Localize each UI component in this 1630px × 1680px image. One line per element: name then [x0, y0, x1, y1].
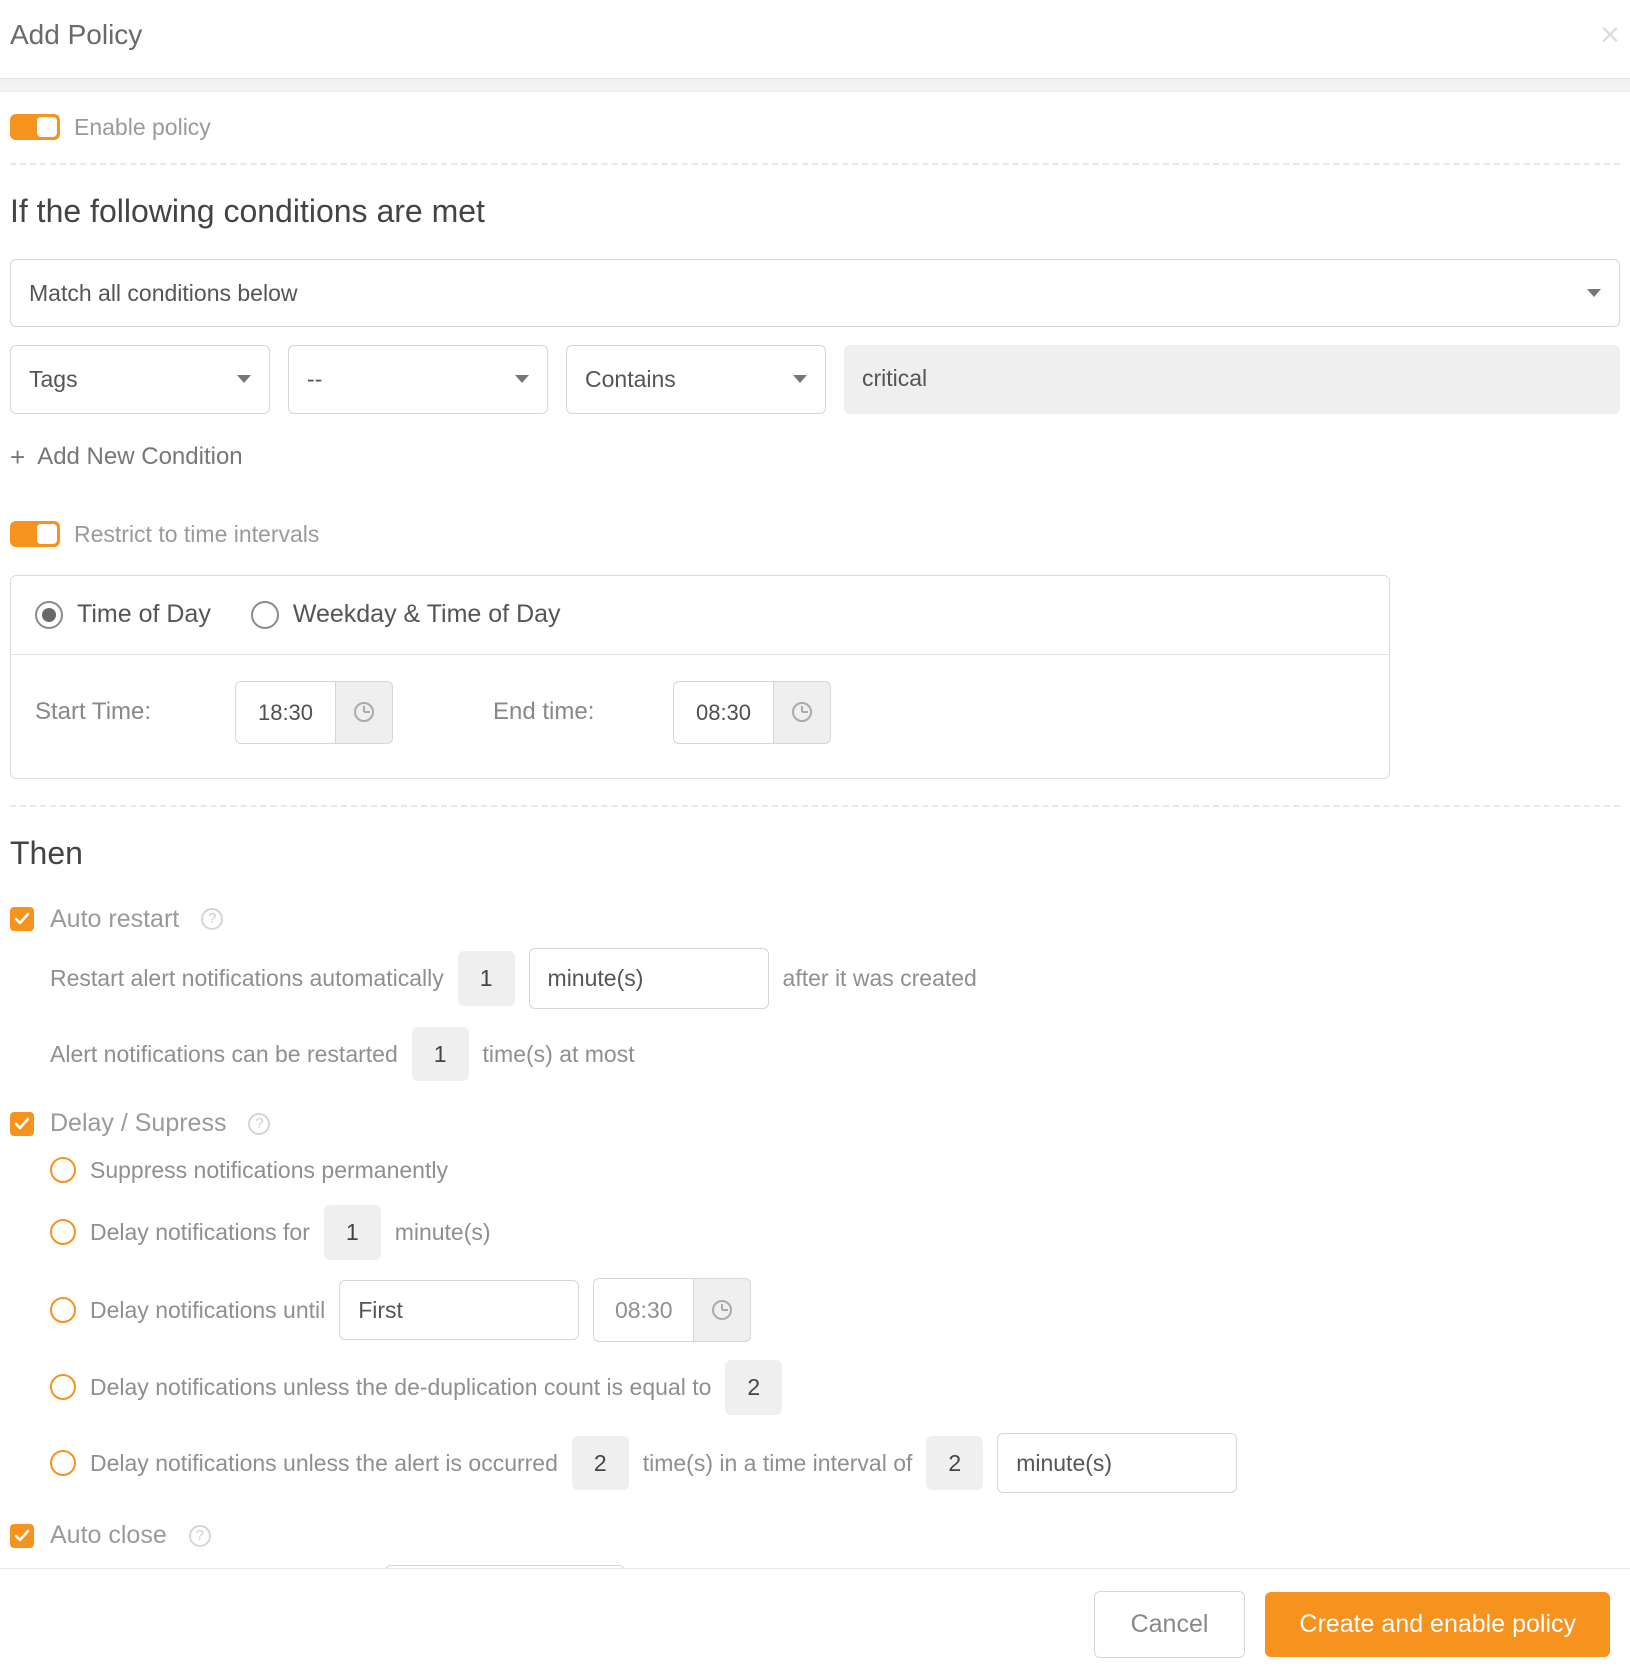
- plus-icon: +: [10, 438, 25, 477]
- help-icon[interactable]: ?: [248, 1113, 270, 1135]
- clock-icon: [354, 702, 374, 722]
- add-condition-button[interactable]: + Add New Condition: [10, 438, 1620, 477]
- auto-close-checkbox[interactable]: [10, 1524, 34, 1548]
- start-time-input[interactable]: 18:30: [235, 681, 335, 744]
- page-title: Add Policy: [10, 14, 142, 56]
- delay-for-radio[interactable]: [50, 1219, 76, 1245]
- cancel-button[interactable]: Cancel: [1094, 1591, 1246, 1658]
- match-mode-value: Match all conditions below: [29, 276, 297, 311]
- create-enable-policy-button[interactable]: Create and enable policy: [1265, 1592, 1610, 1657]
- weekday-time-label: Weekday & Time of Day: [293, 596, 561, 634]
- radio-unchecked-icon: [251, 601, 279, 629]
- chevron-down-icon: [793, 375, 807, 383]
- then-heading: Then: [10, 829, 1620, 877]
- radio-checked-icon: [35, 601, 63, 629]
- restart-unit-select[interactable]: minute(s): [529, 948, 769, 1009]
- enable-policy-label: Enable policy: [74, 110, 211, 145]
- restart-delay-input[interactable]: 1: [458, 951, 515, 1006]
- restrict-time-label: Restrict to time intervals: [74, 517, 319, 552]
- delay-occurred-radio[interactable]: [50, 1450, 76, 1476]
- delay-until-value: First: [358, 1297, 403, 1323]
- delay-until-text: Delay notifications until: [90, 1293, 325, 1328]
- delay-suppress-label: Delay / Supress: [50, 1105, 226, 1143]
- end-time-clock-button[interactable]: [773, 681, 831, 744]
- clock-icon: [712, 1300, 732, 1320]
- close-icon[interactable]: ×: [1600, 18, 1620, 52]
- time-of-day-label: Time of Day: [77, 596, 211, 634]
- help-icon[interactable]: ?: [201, 908, 223, 930]
- start-time-clock-button[interactable]: [335, 681, 393, 744]
- check-icon: [14, 1528, 30, 1544]
- condition-op1-select[interactable]: --: [288, 345, 548, 414]
- conditions-heading: If the following conditions are met: [10, 187, 1620, 235]
- condition-op2-select[interactable]: Contains: [566, 345, 826, 414]
- chevron-down-icon: [1587, 289, 1601, 297]
- delay-until-select[interactable]: First: [339, 1280, 579, 1341]
- chevron-down-icon: [237, 375, 251, 383]
- restart-text-3: Alert notifications can be restarted: [50, 1037, 398, 1072]
- condition-value-input[interactable]: critical: [844, 345, 1620, 414]
- delay-dedup-text: Delay notifications unless the de-duplic…: [90, 1370, 711, 1405]
- delay-dedup-input[interactable]: 2: [725, 1360, 782, 1415]
- delay-occurred-text-2: time(s) in a time interval of: [643, 1446, 913, 1481]
- add-condition-label: Add New Condition: [37, 439, 242, 475]
- match-mode-select[interactable]: Match all conditions below: [10, 259, 1620, 328]
- delay-until-clock-button[interactable]: [693, 1278, 751, 1343]
- delay-occurred-times-input[interactable]: 2: [572, 1436, 629, 1491]
- divider: [10, 163, 1620, 165]
- delay-for-text-2: minute(s): [395, 1215, 491, 1250]
- restart-text-1: Restart alert notifications automaticall…: [50, 961, 444, 996]
- delay-occurred-text-1: Delay notifications unless the alert is …: [90, 1446, 558, 1481]
- delay-occurred-interval-input[interactable]: 2: [926, 1436, 983, 1491]
- suppress-permanent-radio[interactable]: [50, 1157, 76, 1183]
- auto-close-label: Auto close: [50, 1517, 167, 1555]
- delay-dedup-radio[interactable]: [50, 1374, 76, 1400]
- start-time-label: Start Time:: [35, 694, 195, 730]
- end-time-input[interactable]: 08:30: [673, 681, 773, 744]
- check-icon: [14, 1116, 30, 1132]
- delay-suppress-checkbox[interactable]: [10, 1112, 34, 1136]
- suppress-permanent-label: Suppress notifications permanently: [90, 1153, 448, 1188]
- divider: [10, 805, 1620, 807]
- check-icon: [14, 911, 30, 927]
- end-time-label: End time:: [493, 694, 633, 730]
- restart-max-input[interactable]: 1: [412, 1027, 469, 1082]
- delay-until-time-input[interactable]: 08:30: [593, 1278, 693, 1343]
- auto-restart-checkbox[interactable]: [10, 907, 34, 931]
- clock-icon: [792, 702, 812, 722]
- delay-occurred-unit-select[interactable]: minute(s): [997, 1433, 1237, 1494]
- divider-bar: [0, 78, 1630, 92]
- condition-field-value: Tags: [29, 362, 78, 397]
- auto-restart-label: Auto restart: [50, 901, 179, 939]
- time-interval-box: Time of Day Weekday & Time of Day Start …: [10, 575, 1390, 779]
- restart-text-2: after it was created: [783, 961, 977, 996]
- condition-op2-value: Contains: [585, 362, 676, 397]
- restart-text-4: time(s) at most: [483, 1037, 635, 1072]
- restrict-time-toggle[interactable]: [10, 521, 60, 547]
- time-of-day-radio[interactable]: Time of Day: [35, 596, 211, 634]
- weekday-time-radio[interactable]: Weekday & Time of Day: [251, 596, 561, 634]
- delay-occurred-unit-value: minute(s): [1016, 1450, 1112, 1476]
- enable-policy-toggle[interactable]: [10, 114, 60, 140]
- help-icon[interactable]: ?: [189, 1525, 211, 1547]
- delay-for-input[interactable]: 1: [324, 1205, 381, 1260]
- restart-unit-value: minute(s): [548, 965, 644, 991]
- chevron-down-icon: [515, 375, 529, 383]
- condition-field-select[interactable]: Tags: [10, 345, 270, 414]
- delay-until-radio[interactable]: [50, 1297, 76, 1323]
- delay-for-text-1: Delay notifications for: [90, 1215, 310, 1250]
- condition-op1-value: --: [307, 362, 322, 397]
